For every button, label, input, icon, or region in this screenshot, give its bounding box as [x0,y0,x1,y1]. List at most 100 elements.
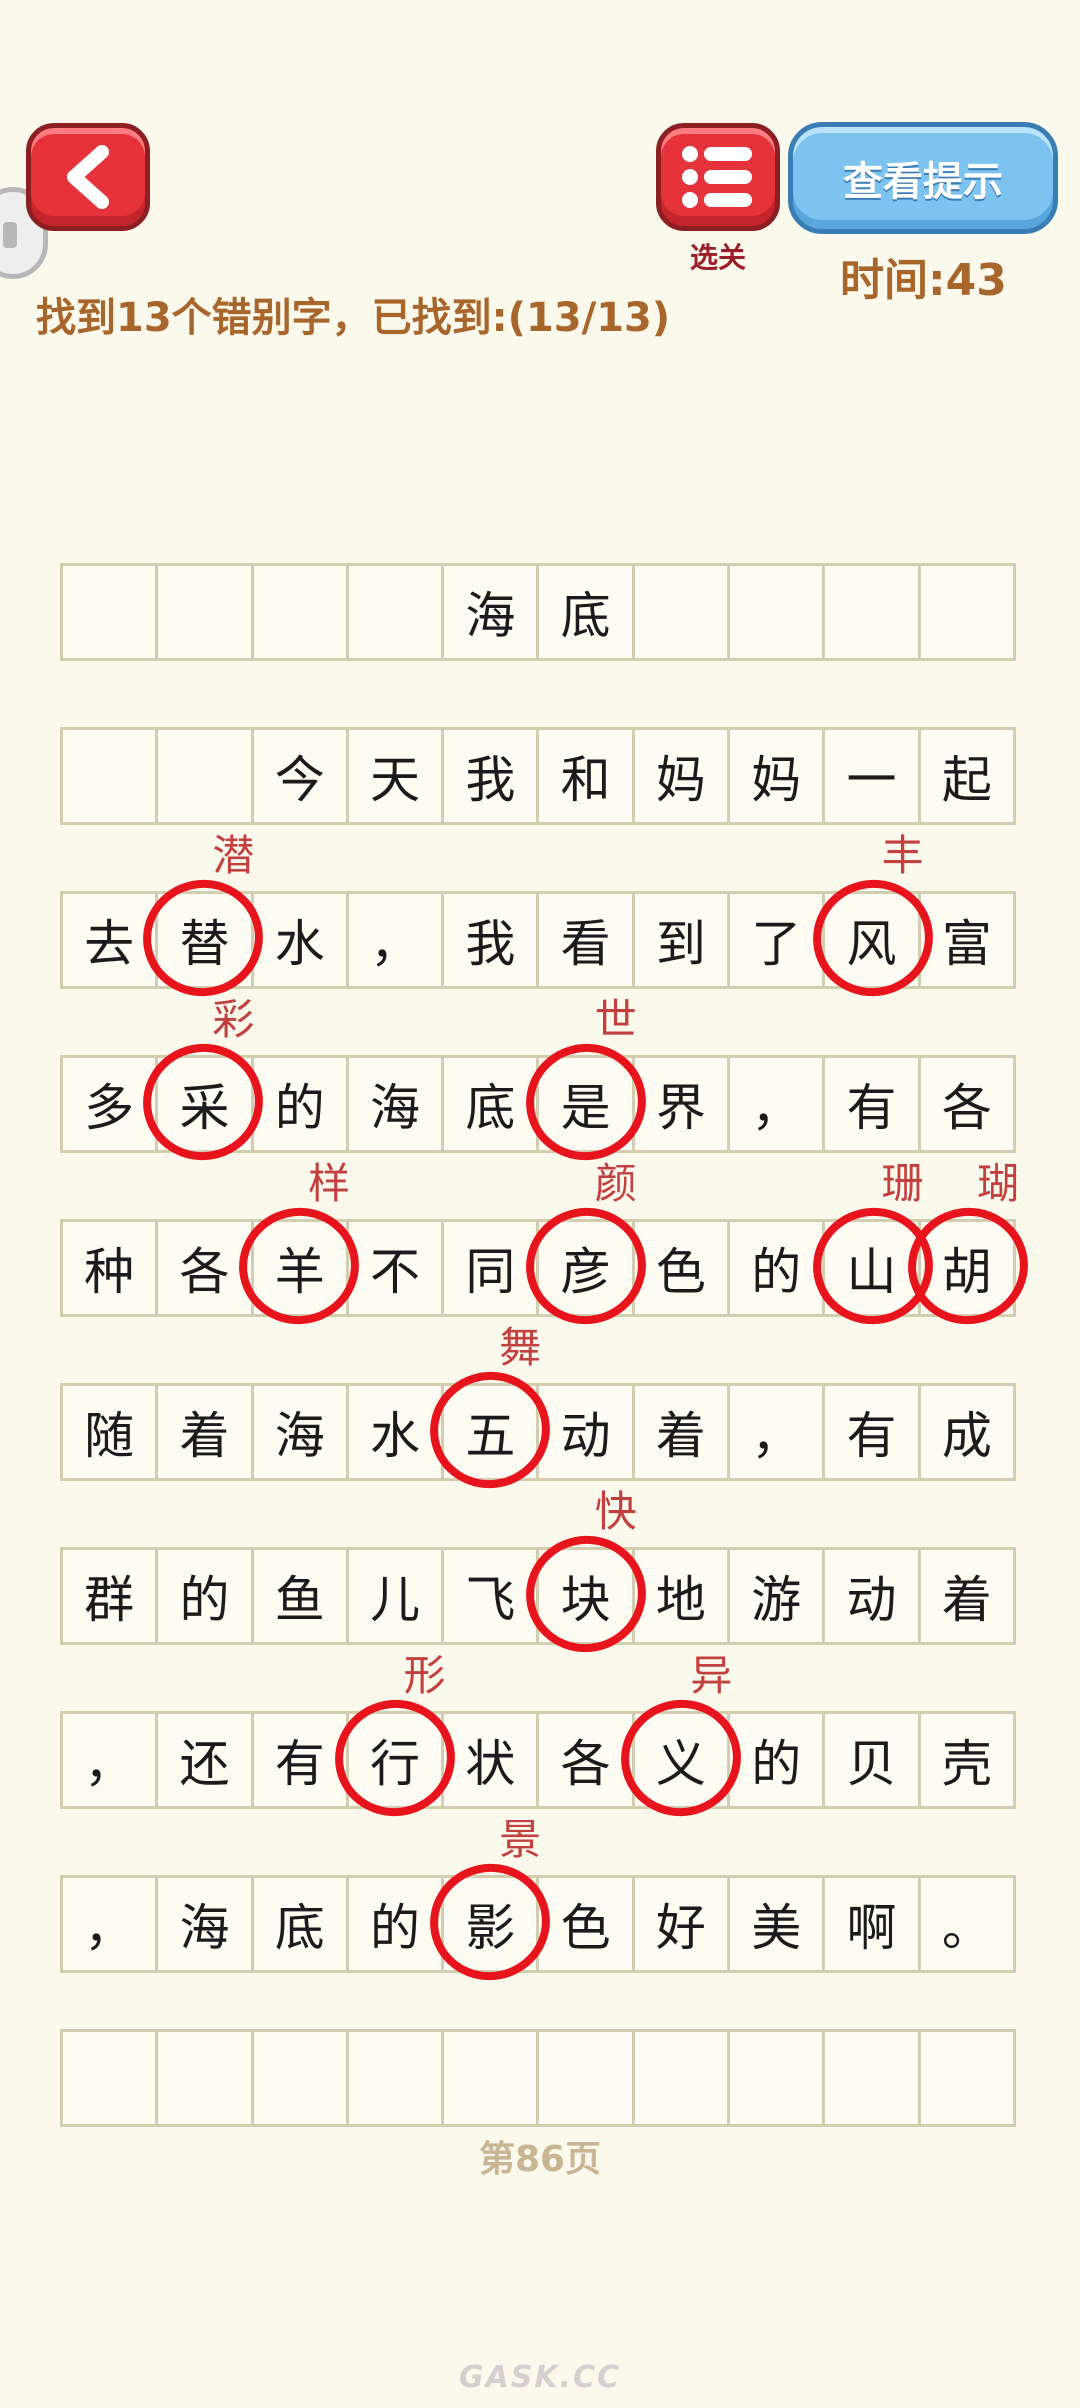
grid-cell[interactable]: 的 [349,1878,445,1970]
grid-cell[interactable]: 胡 [921,1222,1013,1314]
grid-cell[interactable]: 妈 [730,730,826,822]
grid-cell[interactable]: 不 [349,1222,445,1314]
grid-cell[interactable]: 同 [444,1222,540,1314]
grid-cell[interactable]: 的 [730,1222,826,1314]
grid-cell[interactable] [254,2032,349,2124]
grid-cell[interactable]: 有 [254,1714,349,1806]
grid-cell[interactable]: 了 [730,894,826,986]
grid-cell[interactable] [63,2032,159,2124]
grid-cell[interactable]: 各 [158,1222,254,1314]
grid-cell[interactable]: 随 [63,1386,159,1478]
grid-cell[interactable]: 的 [158,1550,254,1642]
grid-cell[interactable] [539,2032,635,2124]
grid-cell[interactable]: 风 [825,894,921,986]
grid-cell[interactable]: 色 [539,1878,635,1970]
grid-cell[interactable]: 行 [349,1714,445,1806]
grid-cell[interactable]: 地 [635,1550,731,1642]
grid-cell[interactable]: 底 [539,566,635,658]
grid-cell[interactable]: 的 [254,1058,349,1150]
grid-cell[interactable] [63,730,159,822]
grid-cell[interactable]: 五 [444,1386,540,1478]
grid-cell[interactable]: 是 [539,1058,635,1150]
grid-cell[interactable]: ， [349,894,445,986]
grid-cell[interactable]: 各 [539,1714,635,1806]
grid-cell[interactable] [921,566,1013,658]
grid-cell[interactable]: 替 [158,894,254,986]
grid-cell[interactable]: 种 [63,1222,159,1314]
grid-cell[interactable] [158,730,254,822]
grid-cell[interactable]: 多 [63,1058,159,1150]
grid-cell[interactable]: 群 [63,1550,159,1642]
grid-cell[interactable] [635,566,731,658]
grid-cell[interactable]: 我 [444,894,540,986]
grid-cell[interactable]: 底 [444,1058,540,1150]
grid-cell[interactable]: 鱼 [254,1550,349,1642]
view-hint-button[interactable]: 查看提示 [788,122,1058,234]
grid-cell[interactable] [921,2032,1013,2124]
grid-cell[interactable]: 山 [825,1222,921,1314]
grid-cell[interactable]: 富 [921,894,1013,986]
grid-cell[interactable]: 海 [349,1058,445,1150]
grid-cell[interactable] [158,566,254,658]
grid-cell[interactable] [730,2032,826,2124]
grid-cell[interactable]: 各 [921,1058,1013,1150]
grid-cell[interactable]: 好 [635,1878,731,1970]
grid-cell[interactable]: 着 [921,1550,1013,1642]
grid-cell[interactable] [444,2032,540,2124]
grid-cell[interactable]: 的 [730,1714,826,1806]
grid-cell[interactable]: ， [63,1878,159,1970]
grid-cell[interactable]: 水 [254,894,349,986]
grid-cell[interactable]: 状 [444,1714,540,1806]
grid-cell[interactable]: 美 [730,1878,826,1970]
grid-cell[interactable]: 采 [158,1058,254,1150]
grid-cell[interactable] [254,566,349,658]
grid-cell[interactable]: 海 [254,1386,349,1478]
grid-cell[interactable]: 一 [825,730,921,822]
grid-cell[interactable]: 啊 [825,1878,921,1970]
grid-cell[interactable]: 影 [444,1878,540,1970]
grid-cell[interactable] [730,566,826,658]
grid-cell[interactable] [635,2032,731,2124]
grid-cell[interactable]: 义 [635,1714,731,1806]
grid-cell[interactable] [349,566,445,658]
grid-cell[interactable]: 底 [254,1878,349,1970]
grid-cell[interactable]: 天 [349,730,445,822]
grid-cell[interactable]: 羊 [254,1222,349,1314]
grid-cell[interactable]: 有 [825,1058,921,1150]
grid-cell[interactable] [63,566,159,658]
grid-cell[interactable]: 壳 [921,1714,1013,1806]
grid-cell[interactable]: 彦 [539,1222,635,1314]
grid-cell[interactable]: 妈 [635,730,731,822]
grid-cell[interactable]: 着 [158,1386,254,1478]
grid-cell[interactable]: 海 [444,566,540,658]
grid-cell[interactable]: 我 [444,730,540,822]
grid-cell[interactable]: 块 [539,1550,635,1642]
grid-cell[interactable] [825,2032,921,2124]
grid-cell[interactable]: 飞 [444,1550,540,1642]
grid-cell[interactable]: 去 [63,894,159,986]
grid-cell[interactable]: ， [63,1714,159,1806]
grid-cell[interactable]: 看 [539,894,635,986]
level-select-button[interactable] [656,123,780,231]
grid-cell[interactable]: 游 [730,1550,826,1642]
grid-cell[interactable]: 有 [825,1386,921,1478]
grid-cell[interactable] [158,2032,254,2124]
grid-cell[interactable]: 海 [158,1878,254,1970]
grid-cell[interactable]: 界 [635,1058,731,1150]
grid-cell[interactable]: ， [730,1386,826,1478]
grid-cell[interactable]: 色 [635,1222,731,1314]
grid-cell[interactable] [825,566,921,658]
grid-cell[interactable]: 和 [539,730,635,822]
grid-cell[interactable]: 到 [635,894,731,986]
grid-cell[interactable]: 动 [539,1386,635,1478]
grid-cell[interactable]: 动 [825,1550,921,1642]
grid-cell[interactable]: 。 [921,1878,1013,1970]
grid-cell[interactable]: 还 [158,1714,254,1806]
grid-cell[interactable] [349,2032,445,2124]
grid-cell[interactable]: ， [730,1058,826,1150]
grid-cell[interactable]: 儿 [349,1550,445,1642]
grid-cell[interactable]: 贝 [825,1714,921,1806]
grid-cell[interactable]: 水 [349,1386,445,1478]
grid-cell[interactable]: 今 [254,730,349,822]
back-button[interactable] [26,123,150,231]
